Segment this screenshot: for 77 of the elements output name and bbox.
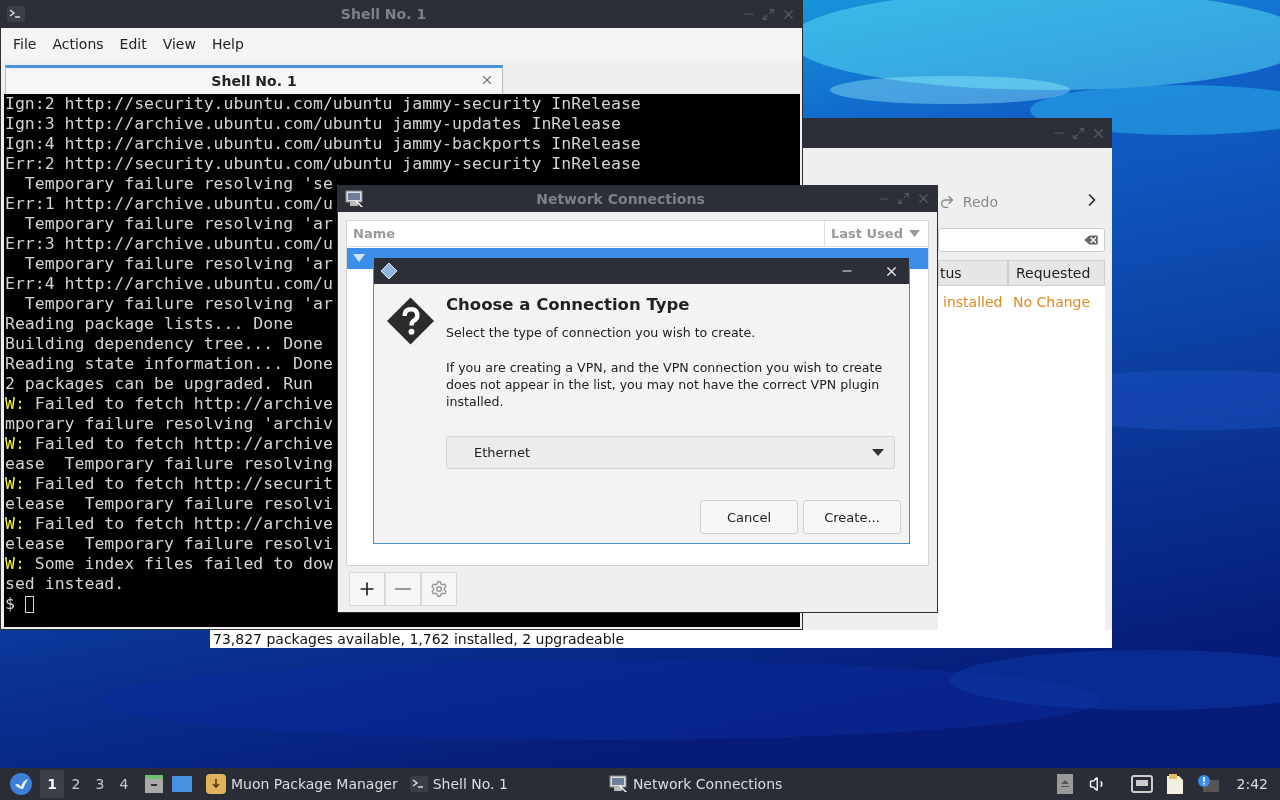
expanded-icon[interactable] xyxy=(353,254,365,263)
workspace-button[interactable]: 4 xyxy=(112,770,136,798)
network-icon xyxy=(344,188,364,209)
terminal-line: W: Failed to fetch http://archive xyxy=(5,434,333,454)
terminal-line: W: Failed to fetch http://archive xyxy=(5,394,333,414)
question-icon xyxy=(386,296,435,346)
eject-icon[interactable] xyxy=(1056,774,1073,794)
window-icon[interactable] xyxy=(172,775,192,793)
terminal-line: Ign:4 http://archive.ubuntu.com/ubuntu jammy-backports InRelease xyxy=(5,134,641,154)
terminal-line: mporary failure resolving 'archiv xyxy=(5,414,333,434)
terminal-line: Ign:3 http://archive.ubuntu.com/ubuntu jammy-updates InRelease xyxy=(5,114,621,134)
taskbar-button[interactable]: Network Connections xyxy=(601,770,789,798)
menu-item[interactable]: Edit xyxy=(111,36,155,52)
dialog-heading: Choose a Connection Type xyxy=(446,295,691,314)
terminal-line: Temporary failure resolving 'se xyxy=(23,174,333,194)
terminal-line: Err:3 http://archive.ubuntu.com/u xyxy=(5,234,333,254)
terminal-line: W: Some index files failed to dow xyxy=(5,554,333,574)
status-text: 73,827 packages available, 1,762 installed, 2 upgradeable xyxy=(213,631,625,647)
terminal-line: elease Temporary failure resolvi xyxy=(5,534,333,554)
tab[interactable]: Shell No. 1 xyxy=(5,65,503,94)
taskbar-button[interactable]: Shell No. 1 xyxy=(403,770,514,798)
terminal-line: sed instead. xyxy=(5,574,125,594)
file-cabinet-icon[interactable] xyxy=(144,774,164,794)
redo-icon xyxy=(938,194,955,210)
terminal-line: Reading package lists... Done xyxy=(5,314,294,334)
notification-icon[interactable] xyxy=(1196,774,1219,794)
terminal-line: elease Temporary failure resolvi xyxy=(5,494,333,514)
workspace-button[interactable]: 3 xyxy=(88,770,112,798)
cancel-button[interactable]: Cancel xyxy=(700,500,798,534)
dialog-text: Select the type of connection you wish to create. xyxy=(446,324,757,341)
terminal-line: Temporary failure resolving 'ar xyxy=(23,294,333,314)
settings-icon xyxy=(430,580,448,598)
workspace-button[interactable]: 1 xyxy=(40,770,64,798)
dialog-text: If you are creating a VPN, and the VPN connection you wish to create does not appear in the list, you may not have the correct VPN plugin installed. xyxy=(446,359,884,410)
table-cell-text: No Change xyxy=(1012,294,1092,310)
terminal-line: W: Failed to fetch http://securit xyxy=(5,474,333,494)
terminal-line: Err:4 http://archive.ubuntu.com/u xyxy=(5,274,333,294)
terminal-line: Err:1 http://archive.ubuntu.com/u xyxy=(5,194,333,214)
terminal-line: Temporary failure resolving 'ar xyxy=(23,214,333,234)
terminal-line: Temporary failure resolving 'ar xyxy=(23,254,333,274)
column-header[interactable]: Requested xyxy=(1008,260,1105,286)
table-cell-text: installed xyxy=(942,294,1004,310)
terminal-icon xyxy=(7,6,25,22)
terminal-line: Reading state information... Done xyxy=(5,354,333,374)
sort-down-icon xyxy=(908,230,920,237)
package-icon xyxy=(206,774,226,794)
minus-icon xyxy=(395,588,411,590)
terminal-line: Building dependency tree... Done xyxy=(5,334,323,354)
taskbar-button[interactable]: Muon Package Manager xyxy=(200,770,404,798)
clipboard-icon[interactable] xyxy=(1164,773,1185,795)
terminal-line: ease Temporary failure resolving xyxy=(5,454,333,474)
network-icon xyxy=(607,775,628,793)
workspace-button[interactable]: 2 xyxy=(64,770,88,798)
terminal-line: Err:2 http://security.ubuntu.com/ubuntu jammy-security InRelease xyxy=(5,154,641,174)
menu-item[interactable]: View xyxy=(154,36,204,52)
terminal-line: W: Failed to fetch http://archive xyxy=(5,514,333,534)
terminal-line: 2 packages can be upgraded. Run xyxy=(5,374,313,394)
connection-type-dropdown[interactable]: Ethernet xyxy=(446,436,895,469)
search-field[interactable] xyxy=(938,228,1105,252)
terminal-icon xyxy=(409,776,428,792)
start-menu-icon[interactable] xyxy=(10,773,32,795)
dropdown-icon xyxy=(872,449,884,456)
terminal-prompt: $ xyxy=(5,594,15,614)
diamond-icon xyxy=(380,262,398,280)
add-button[interactable] xyxy=(349,572,385,606)
clock: 2:42 xyxy=(1236,776,1268,792)
network-icon[interactable] xyxy=(1130,775,1153,793)
create-button[interactable]: Create... xyxy=(803,500,901,534)
menu-item[interactable]: Help xyxy=(203,36,252,52)
window-title: Shell No. 1 xyxy=(339,6,428,22)
terminal-line: Ign:2 http://security.ubuntu.com/ubuntu jammy-security InRelease xyxy=(5,94,641,114)
text-cursor xyxy=(24,595,34,613)
column-header[interactable]: tus xyxy=(938,260,1008,286)
menu-item[interactable]: File xyxy=(5,36,45,52)
window-title: Network Connections xyxy=(535,190,706,207)
menu-item[interactable]: Actions xyxy=(44,36,112,52)
settings-button[interactable] xyxy=(421,572,457,606)
